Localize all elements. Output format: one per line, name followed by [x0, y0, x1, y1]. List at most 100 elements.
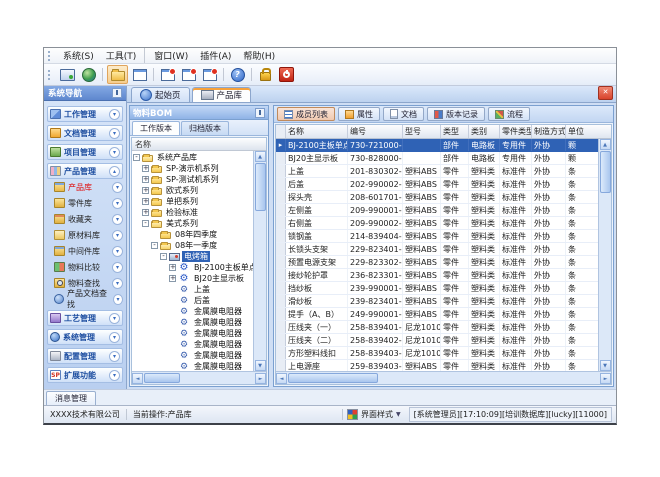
menu-item[interactable]: 帮助(H)	[237, 48, 281, 63]
table-row[interactable]: 上电源座 259-839403-00X 塑料ABS 零件 塑料类 标准件 外协 …	[276, 360, 598, 371]
tree-node[interactable]: + SP-演示机系列	[132, 163, 253, 174]
expander-icon[interactable]: +	[169, 264, 176, 271]
document-tab[interactable]: 起始页	[131, 87, 190, 102]
expander-icon[interactable]: +	[142, 198, 149, 205]
detail-tab[interactable]: 成员列表	[277, 107, 335, 121]
tree-node[interactable]: - 系统产品库	[132, 152, 253, 163]
scrollbar-thumb[interactable]	[288, 373, 378, 383]
menu-item[interactable]: 工具(T)	[100, 48, 143, 63]
expander-icon[interactable]: -	[142, 220, 149, 227]
chevron-icon[interactable]	[112, 230, 123, 241]
toolbar-button[interactable]	[200, 66, 219, 83]
tree-node[interactable]: - 美式系列	[132, 218, 253, 229]
column-header[interactable]: 零件类型	[500, 125, 532, 138]
tree-node[interactable]: 上盖	[132, 284, 253, 295]
close-icon[interactable]: ✕	[598, 86, 613, 100]
sidebar-entry[interactable]: 系统管理	[47, 329, 123, 345]
tree-node[interactable]: + BJ-2100主板单点	[132, 262, 253, 273]
chevron-icon[interactable]	[112, 262, 123, 273]
expander-icon[interactable]: +	[142, 165, 149, 172]
drag-handle-icon[interactable]	[48, 51, 53, 61]
table-row[interactable]: BJ-2100主板单点 730-721000-12X 部件 电路板 专用件 外协…	[276, 139, 598, 152]
tree-node[interactable]: 金属膜电阻器	[132, 361, 253, 371]
toolbar-button[interactable]	[179, 66, 198, 83]
tree-node[interactable]: 金属膜电阻器	[132, 339, 253, 350]
table-row[interactable]: 滑纱板 239-823401-00X 塑料ABS 零件 塑料类 标准件 外协 条	[276, 295, 598, 308]
column-header[interactable]: 类别	[469, 125, 500, 138]
sidebar-entry[interactable]: 零件库	[47, 195, 123, 211]
column-header[interactable]: 制造方式	[532, 125, 566, 138]
sidebar-entry[interactable]: 项目管理	[47, 144, 123, 160]
detail-tab[interactable]: 文档	[383, 107, 424, 121]
grid-horizontal-scrollbar[interactable]: ◄ ►	[276, 371, 611, 384]
sidebar-entry[interactable]: 文档管理	[47, 125, 123, 141]
column-header[interactable]: 名称	[286, 125, 348, 138]
pushpin-icon[interactable]	[255, 108, 265, 118]
table-row[interactable]: 压线夹（二） 258-839402-00X 尼龙1010 零件 塑料类 标准件 …	[276, 334, 598, 347]
column-header[interactable]: 型号	[403, 125, 441, 138]
scroll-down-icon[interactable]: ▼	[255, 360, 266, 371]
tree-node[interactable]: 08年四季度	[132, 229, 253, 240]
scrollbar-thumb[interactable]	[600, 151, 611, 193]
tree-node[interactable]: + 欧式系列	[132, 185, 253, 196]
table-row[interactable]: 锁钢盖 214-839404-01X 塑料ABS 零件 塑料类 标准件 外协 条	[276, 230, 598, 243]
chevron-icon[interactable]	[109, 351, 120, 362]
chevron-icon[interactable]	[109, 332, 120, 343]
expander-icon[interactable]: +	[169, 275, 176, 282]
tree-node[interactable]: - 电烤箱	[132, 251, 253, 262]
detail-tab[interactable]: 流程	[488, 107, 530, 121]
chevron-icon[interactable]	[112, 246, 123, 257]
chevron-icon[interactable]	[109, 147, 120, 158]
detail-tab[interactable]: 版本记录	[427, 107, 485, 121]
toolbar-button[interactable]	[58, 66, 77, 83]
chevron-icon[interactable]	[112, 214, 123, 225]
tree-column-header[interactable]: 名称	[132, 138, 266, 151]
expander-icon[interactable]: -	[151, 242, 158, 249]
table-row[interactable]: 挡纱板 239-990001-01X 塑料ABS 零件 塑料类 标准件 外协 条	[276, 282, 598, 295]
chevron-icon[interactable]	[109, 313, 120, 324]
sidebar-entry[interactable]: 产品文档查找	[47, 291, 123, 307]
sidebar-entry[interactable]: 产品库	[47, 179, 123, 195]
table-row[interactable]: 左侧盖 209-990001-01X 塑料ABS 零件 塑料类 标准件 外协 条	[276, 204, 598, 217]
scroll-left-icon[interactable]: ◄	[132, 373, 143, 384]
expander-icon[interactable]: -	[160, 253, 167, 260]
toolbar-button[interactable]	[277, 66, 296, 83]
tree-node[interactable]: - 08年一季度	[132, 240, 253, 251]
menu-item[interactable]: 插件(A)	[194, 48, 237, 63]
expander-icon[interactable]: +	[142, 187, 149, 194]
sidebar-entry[interactable]: 中间件库	[47, 243, 123, 259]
sidebar-entry[interactable]: SP 扩展功能	[47, 367, 123, 383]
drag-handle-icon[interactable]	[48, 70, 53, 80]
tab-working-version[interactable]: 工作版本	[132, 121, 180, 135]
scroll-left-icon[interactable]: ◄	[276, 373, 287, 384]
toolbar-button[interactable]	[228, 66, 247, 83]
sidebar-entry[interactable]: 产品管理	[47, 163, 123, 179]
tree-node[interactable]: 金属膜电阻器	[132, 328, 253, 339]
scrollbar-thumb[interactable]	[144, 373, 180, 383]
chevron-icon[interactable]	[109, 128, 120, 139]
table-row[interactable]: 长锁头支架 229-823401-00X 塑料ABS 零件 塑料类 标准件 外协…	[276, 243, 598, 256]
pushpin-icon[interactable]	[112, 88, 122, 98]
tree-node[interactable]: + SP-测试机系列	[132, 174, 253, 185]
table-row[interactable]: 接纱轮护罩 236-823301-00X 塑料ABS 零件 塑料类 标准件 外协…	[276, 269, 598, 282]
scroll-right-icon[interactable]: ►	[600, 373, 611, 384]
scroll-down-icon[interactable]: ▼	[600, 360, 611, 371]
expander-icon[interactable]: +	[142, 176, 149, 183]
sidebar-entry[interactable]: 原材料库	[47, 227, 123, 243]
chevron-icon[interactable]	[112, 278, 123, 289]
table-row[interactable]: 右侧盖 209-990002-01X 塑料ABS 零件 塑料类 标准件 外协 条	[276, 217, 598, 230]
chevron-icon[interactable]	[109, 109, 120, 120]
chevron-icon[interactable]	[112, 182, 123, 193]
table-row[interactable]: 探头壳 208-601701-01X 塑料ABS 零件 塑料类 标准件 外协 条	[276, 191, 598, 204]
column-header[interactable]: 类型	[441, 125, 469, 138]
sidebar-entry[interactable]: 工作管理	[47, 106, 123, 122]
chevron-icon[interactable]	[109, 370, 120, 381]
detail-tab[interactable]: 属性	[338, 107, 380, 121]
chevron-icon[interactable]	[112, 198, 123, 209]
document-tab[interactable]: 产品库	[192, 87, 252, 102]
tree-node[interactable]: + 检验标准	[132, 207, 253, 218]
tree-vertical-scrollbar[interactable]: ▲ ▼	[253, 151, 266, 371]
table-row[interactable]: 上盖 201-830302-00X 塑料ABS 零件 塑料类 标准件 外协 条	[276, 165, 598, 178]
toolbar-button[interactable]	[107, 65, 128, 84]
sidebar-entry[interactable]: 工艺管理	[47, 310, 123, 326]
